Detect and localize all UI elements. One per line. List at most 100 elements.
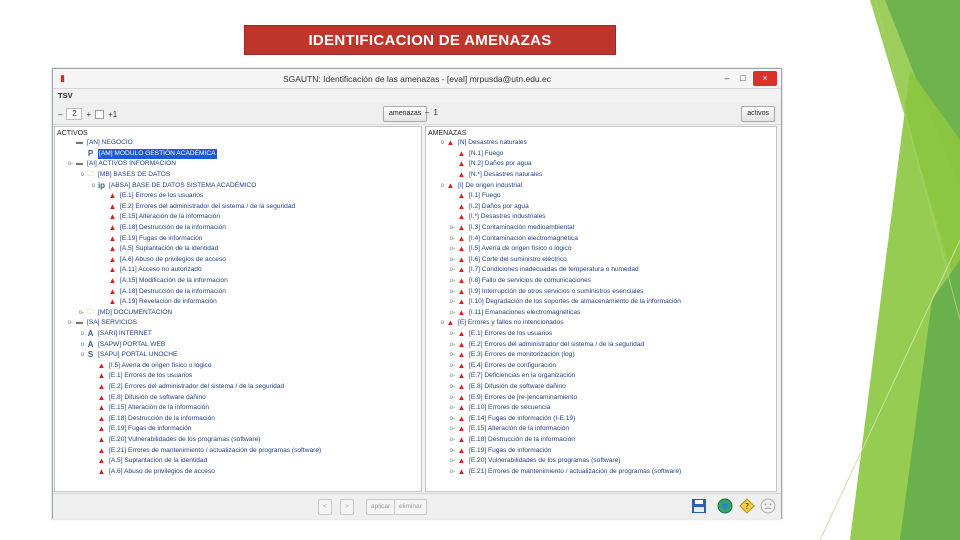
spinner-decrement[interactable]: – xyxy=(58,110,62,119)
tree-row[interactable]: ▲ [E.1] Errores de los usuarios xyxy=(55,191,421,202)
tree-row[interactable]: o- ▲ [I.3] Contaminación medioambiental xyxy=(426,223,776,234)
tree-toggle[interactable]: o- xyxy=(447,446,455,456)
tree-row[interactable]: o- ▲ [E.1] Errores de los usuarios xyxy=(426,329,776,340)
tree-toggle[interactable]: o- xyxy=(447,340,455,350)
tree-row[interactable]: o- ▬ [AI] ACTIVOS INFORMACION xyxy=(55,159,421,170)
tree-row[interactable]: o S [SAPU] PORTAL UNOCHE xyxy=(55,350,421,361)
face-icon[interactable] xyxy=(759,497,777,515)
tree-toggle[interactable]: o- xyxy=(65,159,73,169)
tree-toggle[interactable]: o xyxy=(76,329,84,339)
tree-toggle[interactable]: o- xyxy=(447,255,455,265)
tree-row[interactable]: ▲ [I.1] Fuego xyxy=(426,191,776,202)
tree-toggle[interactable]: o- xyxy=(447,382,455,392)
tree-row[interactable]: ▲ [I.*] Desastres industriales xyxy=(426,212,776,223)
tree-toggle[interactable]: o- xyxy=(447,435,455,445)
tree-row[interactable]: ▲ [E.2] Errores del administrador del sis… xyxy=(55,382,421,393)
tree-row[interactable]: o- ▲ [I.4] Contaminación electromagnética xyxy=(426,233,776,244)
spinner-value[interactable]: 2 xyxy=(66,108,83,120)
tree-row[interactable]: ▲ [N.*] Desastres naturales xyxy=(426,170,776,181)
tree-row[interactable]: o A [SARI] INTERNET xyxy=(55,329,421,340)
tree-row[interactable]: o- 🗀 [MD] DOCUMENTACIÓN xyxy=(55,308,421,319)
aplicar-button[interactable]: aplicar xyxy=(366,499,396,515)
tree-row[interactable]: ▲ [A.11] Acceso no autorizado xyxy=(55,265,421,276)
help-icon[interactable] xyxy=(716,497,734,515)
tree-row[interactable]: o- ▲ [I.10] Degradación de los soportes de… xyxy=(426,297,776,308)
tree-row[interactable]: o ▲ [I] De origen industrial xyxy=(426,180,776,191)
tree-row[interactable]: ▲ [E.21] Errores de mantenimiento / actua… xyxy=(55,445,421,456)
tree-toggle[interactable]: o- xyxy=(447,329,455,339)
amenazas-button[interactable]: amenazas xyxy=(383,106,428,122)
tree-row[interactable]: ▲ [E.15] Alteración de la información xyxy=(55,403,421,414)
tree-toggle[interactable]: o- xyxy=(447,414,455,424)
right-spinner-value[interactable]: 1 xyxy=(433,108,437,117)
tree-row[interactable]: o- ▲ [I.7] Condiciones inadecuadas de temp… xyxy=(426,265,776,276)
tree-row[interactable]: o- ▲ [E.15] Alteración de la información xyxy=(426,424,776,435)
plus-one-checkbox[interactable] xyxy=(95,109,105,119)
tree-row[interactable]: ▲ [A.5] Suplantación de la identidad xyxy=(55,456,421,467)
tree-row[interactable]: ▲ [E.18] Destrucción de la información xyxy=(55,413,421,424)
tree-toggle[interactable]: o- xyxy=(447,467,455,477)
tree-toggle[interactable]: o- xyxy=(447,403,455,413)
tree-toggle[interactable]: o- xyxy=(447,308,455,318)
tree-row[interactable]: o- ▲ [E.2] Errores del administrador del s… xyxy=(426,339,776,350)
question-icon[interactable]: ? xyxy=(738,497,756,515)
tree-row[interactable]: o- ▲ [E.4] Errores de configuración xyxy=(426,360,776,371)
tree-row[interactable]: o- ▲ [E.10] Errores de secuencia xyxy=(426,403,776,414)
tree-row[interactable]: ▲ [A.6] Abuso de privilegios de acceso xyxy=(55,466,421,477)
tree-toggle[interactable]: o- xyxy=(447,393,455,403)
tree-row[interactable]: o ▲ [E] Errores y fallos no intencionados xyxy=(426,318,776,329)
tree-toggle[interactable]: o xyxy=(76,170,84,180)
tree-toggle[interactable]: o xyxy=(76,340,84,350)
tree-row[interactable]: o- ▲ [E.20] Vulnerabilidades de los progra… xyxy=(426,456,776,467)
tree-toggle[interactable]: o xyxy=(436,318,444,328)
tree-row[interactable]: ▲ [E.15] Alteración de la información xyxy=(55,212,421,223)
tree-row[interactable]: o- ▲ [E.3] Errores de monitorización (log) xyxy=(426,350,776,361)
tree-row[interactable]: o- ▲ [I.11] Emanaciones electromagnéticas xyxy=(426,308,776,319)
tree-toggle[interactable]: o- xyxy=(447,350,455,360)
tree-row[interactable]: o- ▲ [E.21] Errores de mantenimiento / act… xyxy=(426,466,776,477)
tree-row[interactable]: o 🗀 [MB] BASES DE DATOS xyxy=(55,170,421,181)
prev-button[interactable]: < xyxy=(318,499,332,515)
tree-toggle[interactable]: o xyxy=(436,138,444,148)
tree-toggle[interactable]: o- xyxy=(447,276,455,286)
tree-toggle[interactable]: o- xyxy=(447,456,455,466)
tree-toggle[interactable]: o- xyxy=(447,361,455,371)
tree-row[interactable]: ▲ [N.2] Daños por agua xyxy=(426,159,776,170)
tree-row[interactable]: ▲ [E.19] Fugas de información xyxy=(55,233,421,244)
tree-toggle[interactable]: o- xyxy=(447,223,455,233)
tree-row[interactable]: P [AM] MODULO GESTIÓN ACADÉMICA xyxy=(55,148,421,160)
right-spinner-decrement[interactable]: – xyxy=(425,108,429,117)
tree-row[interactable]: ▲ [A.15] Modificación de la información xyxy=(55,276,421,287)
tree-toggle[interactable]: o xyxy=(87,181,95,191)
tree-row[interactable]: o- ▲ [I.6] Corte del suministro eléctrico xyxy=(426,255,776,266)
tree-row[interactable]: ▲ [E.1] Errores de los usuarios xyxy=(55,371,421,382)
tree-row[interactable]: ▲ [I.2] Daños por agua xyxy=(426,202,776,213)
tree-toggle[interactable]: o- xyxy=(65,318,73,328)
tree-row[interactable]: o- ▲ [E.9] Errores de [re-]encaminamiento xyxy=(426,392,776,403)
tree-toggle[interactable]: o- xyxy=(447,287,455,297)
tree-row[interactable]: o ▲ [N] Desastres naturales xyxy=(426,138,776,149)
next-button[interactable]: > xyxy=(340,499,354,515)
tree-row[interactable]: ▲ [A.19] Revelación de información xyxy=(55,297,421,308)
tree-toggle[interactable]: o xyxy=(76,350,84,360)
close-button[interactable]: × xyxy=(753,71,777,86)
tree-row[interactable]: ▲ [A.18] Destrucción de la información xyxy=(55,286,421,297)
tree-row[interactable]: ▲ [E.20] Vulnerabilidades de los programa… xyxy=(55,435,421,446)
minimize-button[interactable]: – xyxy=(719,71,735,86)
tree-toggle[interactable]: o- xyxy=(447,234,455,244)
tree-row[interactable]: o- ▲ [E.14] Fugas de información (I-E.19) xyxy=(426,413,776,424)
tree-toggle[interactable]: o- xyxy=(447,424,455,434)
tree-row[interactable]: o- ▲ [I.5] Avería de origen físico o lógic… xyxy=(426,244,776,255)
tree-row[interactable]: ▲ [A.6] Abuso de privilegios de acceso xyxy=(55,255,421,266)
tree-toggle[interactable]: o- xyxy=(447,265,455,275)
tree-row[interactable]: ▲ [A.5] Suplantación de la identidad xyxy=(55,244,421,255)
tree-row[interactable]: o- ▲ [E.8] Difusión de software dañino xyxy=(426,382,776,393)
tree-toggle[interactable]: o- xyxy=(447,297,455,307)
tree-toggle[interactable]: o xyxy=(436,181,444,191)
tree-row[interactable]: o A [SAPW] PORTAL WEB xyxy=(55,339,421,350)
tree-row[interactable]: ▲ [E.19] Fugas de información xyxy=(55,424,421,435)
tree-toggle[interactable]: o- xyxy=(447,244,455,254)
tree-row[interactable]: ▲ [E.2] Errores del administrador del sis… xyxy=(55,202,421,213)
tree-row[interactable]: ▲ [E.18] Destrucción de la información xyxy=(55,223,421,234)
tree-row[interactable]: o- ▲ [E.18] Destrucción de la información xyxy=(426,435,776,446)
